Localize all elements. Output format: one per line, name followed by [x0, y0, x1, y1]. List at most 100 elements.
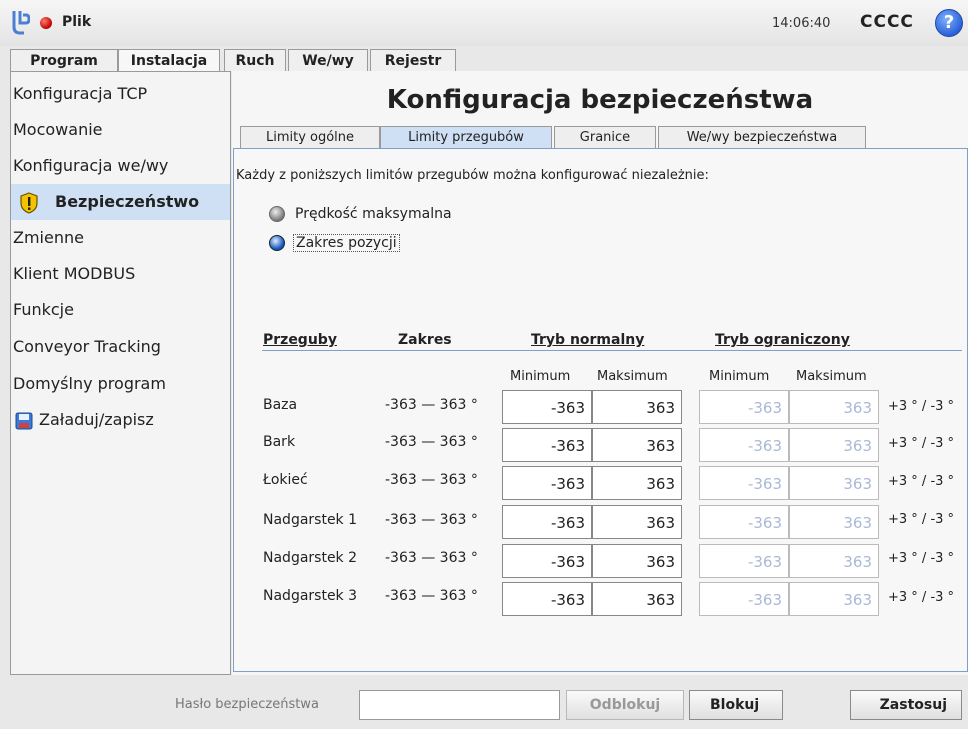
sidebar-item-label: Klient MODBUS — [13, 264, 136, 283]
sidebar-item-label: Conveyor Tracking — [13, 337, 161, 356]
reduced-min-input: -363 — [699, 544, 789, 578]
sidebar-item-label: Mocowanie — [13, 120, 103, 139]
joint-name: Bark — [263, 434, 296, 450]
description-text: Każdy z poniższych limitów przegubów moż… — [236, 168, 709, 183]
sidebar-item-io-config[interactable]: Konfiguracja we/wy — [11, 148, 230, 184]
col-header-reduced: Tryb ograniczony — [715, 332, 850, 348]
reduced-max-input: 363 — [789, 544, 879, 578]
tolerance: +3 ° / -3 ° — [888, 436, 955, 451]
joint-name: Łokieć — [263, 472, 308, 488]
reduced-max-input: 363 — [789, 466, 879, 500]
sidebar-item-safety[interactable]: Bezpieczeństwo — [11, 184, 230, 220]
joint-range: -363 — 363 ° — [385, 512, 478, 528]
subheader-reduced-max: Maksimum — [796, 369, 867, 384]
reduced-min-input: -363 — [699, 428, 789, 462]
tolerance: +3 ° / -3 ° — [888, 474, 955, 489]
radio-max-speed-label[interactable]: Prędkość maksymalna — [295, 206, 452, 222]
normal-min-input[interactable]: -363 — [502, 544, 592, 578]
password-input[interactable] — [359, 690, 560, 720]
tab-ruch[interactable]: Ruch — [224, 49, 286, 71]
tab-safety-io[interactable]: We/wy bezpieczeństwa — [658, 126, 866, 148]
sidebar-item-tcp[interactable]: Konfiguracja TCP — [11, 76, 230, 112]
help-icon[interactable]: ? — [935, 9, 963, 37]
save-disk-icon — [15, 412, 33, 430]
joint-name: Nadgarstek 2 — [263, 550, 358, 566]
sidebar-item-modbus[interactable]: Klient MODBUS — [11, 256, 230, 292]
tab-boundaries[interactable]: Granice — [554, 126, 656, 148]
tolerance: +3 ° / -3 ° — [888, 551, 955, 566]
page-title: Konfiguracja bezpieczeństwa — [386, 85, 814, 115]
apply-button[interactable]: Zastosuj — [850, 690, 962, 720]
sidebar-item-conveyor[interactable]: Conveyor Tracking — [11, 329, 230, 365]
reduced-min-input: -363 — [699, 390, 789, 424]
tab-rejestr[interactable]: Rejestr — [370, 49, 456, 71]
joint-range: -363 — 363 ° — [385, 434, 478, 450]
file-menu[interactable]: Plik — [62, 14, 91, 30]
reduced-max-input: 363 — [789, 428, 879, 462]
radio-position-range-label[interactable]: Zakres pozycji — [293, 234, 400, 252]
normal-max-input[interactable]: 363 — [592, 582, 682, 616]
tab-instalacja[interactable]: Instalacja — [118, 49, 220, 72]
tab-program[interactable]: Program — [10, 49, 118, 71]
joint-name: Nadgarstek 1 — [263, 512, 358, 528]
sidebar-item-label: Bezpieczeństwo — [55, 192, 200, 211]
reduced-min-input: -363 — [699, 466, 789, 500]
tab-we-wy[interactable]: We/wy — [288, 49, 368, 71]
reduced-min-input: -363 — [699, 505, 789, 539]
tolerance: +3 ° / -3 ° — [888, 512, 955, 527]
normal-min-input[interactable]: -363 — [502, 428, 592, 462]
subheader-normal-min: Minimum — [510, 369, 571, 384]
normal-max-input[interactable]: 363 — [592, 390, 682, 424]
normal-min-input[interactable]: -363 — [502, 582, 592, 616]
shield-warning-icon — [20, 192, 38, 214]
status-dot-icon — [40, 17, 52, 29]
sidebar-item-features[interactable]: Funkcje — [11, 292, 230, 328]
tolerance: +3 ° / -3 ° — [888, 399, 955, 414]
joint-range: -363 — 363 ° — [385, 588, 478, 604]
sidebar-item-label: Zmienne — [13, 228, 84, 247]
sidebar-item-variables[interactable]: Zmienne — [11, 220, 230, 256]
lock-button[interactable]: Blokuj — [689, 690, 783, 720]
radio-max-speed[interactable] — [269, 206, 285, 222]
normal-max-input[interactable]: 363 — [592, 505, 682, 539]
joint-range: -363 — 363 ° — [385, 397, 478, 413]
sidebar-item-label: Funkcje — [13, 300, 74, 319]
sidebar-item-label: Konfiguracja we/wy — [13, 156, 169, 175]
reduced-min-input: -363 — [699, 582, 789, 616]
tab-general-limits[interactable]: Limity ogólne — [240, 126, 380, 148]
sidebar-item-default-program[interactable]: Domyślny program — [11, 366, 230, 402]
sidebar-item-label: Domyślny program — [13, 374, 166, 393]
reduced-max-input: 363 — [789, 390, 879, 424]
normal-min-input[interactable]: -363 — [502, 466, 592, 500]
sidebar-item-load-save[interactable]: Załaduj/zapisz — [11, 402, 230, 438]
col-header-joints: Przeguby — [263, 332, 337, 348]
joint-name: Nadgarstek 3 — [263, 588, 358, 604]
header-divider — [262, 350, 962, 351]
sidebar-item-mocowanie[interactable]: Mocowanie — [11, 112, 230, 148]
col-header-range: Zakres — [398, 332, 452, 348]
joint-name: Baza — [263, 397, 298, 413]
joint-range: -363 — 363 ° — [385, 472, 478, 488]
sidebar-item-label: Załaduj/zapisz — [39, 410, 154, 429]
robot-name: CCCC — [860, 12, 914, 32]
tolerance: +3 ° / -3 ° — [888, 590, 955, 605]
sidebar: Konfiguracja TCP Mocowanie Konfiguracja … — [10, 71, 231, 675]
clock: 14:06:40 — [772, 16, 831, 31]
subheader-reduced-min: Minimum — [709, 369, 770, 384]
normal-min-input[interactable]: -363 — [502, 505, 592, 539]
joint-range: -363 — 363 ° — [385, 550, 478, 566]
normal-max-input[interactable]: 363 — [592, 428, 682, 462]
normal-max-input[interactable]: 363 — [592, 544, 682, 578]
radio-position-range[interactable] — [269, 235, 285, 251]
password-label: Hasło bezpieczeństwa — [175, 697, 319, 712]
universal-robots-logo-icon — [12, 11, 30, 35]
reduced-max-input: 363 — [789, 505, 879, 539]
col-header-normal: Tryb normalny — [531, 332, 645, 348]
normal-max-input[interactable]: 363 — [592, 466, 682, 500]
sidebar-item-label: Konfiguracja TCP — [13, 84, 148, 103]
normal-min-input[interactable]: -363 — [502, 390, 592, 424]
unlock-button: Odblokuj — [566, 690, 684, 720]
subheader-normal-max: Maksimum — [597, 369, 668, 384]
reduced-max-input: 363 — [789, 582, 879, 616]
tab-joint-limits[interactable]: Limity przegubów — [380, 126, 552, 148]
